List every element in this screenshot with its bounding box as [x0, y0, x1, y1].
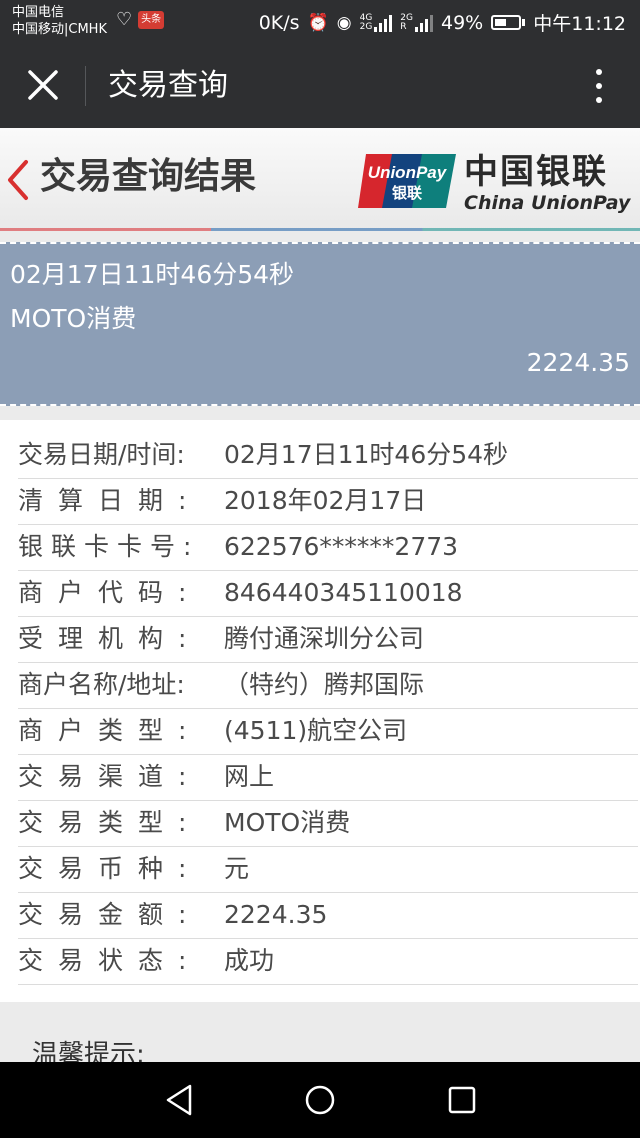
signal-2g-icon: 2G R: [400, 13, 433, 32]
battery-icon: [491, 15, 526, 30]
page-title: 交易查询结果: [40, 156, 257, 197]
clock: 中午11:12: [533, 13, 626, 35]
banner-divider: [0, 228, 640, 231]
detail-label: 交易日期/时间:: [18, 440, 185, 469]
detail-label: 交易状态:: [18, 946, 202, 975]
detail-value: 02月17日11时46分54秒: [224, 440, 509, 469]
detail-row-merchant-type: 商户类型: (4511)航空公司: [18, 708, 638, 755]
net-speed: 0K/s: [258, 11, 300, 34]
carrier-1: 中国电信: [12, 5, 65, 20]
app-header: 交易查询: [0, 42, 640, 128]
detail-row-currency: 交易币种: 元: [18, 846, 638, 893]
detail-row-settlement-date: 清算日期: 2018年02月17日: [18, 478, 638, 525]
detail-value: 腾付通深圳分公司: [224, 624, 425, 653]
carrier-2: 中国移动|CMHK: [12, 22, 107, 37]
detail-row-merchant-code: 商户代码: 846440345110018: [18, 570, 638, 617]
logo-text-cn: 银联: [392, 184, 423, 202]
nav-recent-apps-icon[interactable]: [448, 1086, 476, 1114]
net-4g-label-2: 2G: [359, 21, 373, 32]
detail-label: 交易类型:: [18, 808, 202, 837]
transaction-details: 交易日期/时间: 02月17日11时46分54秒 清算日期: 2018年02月17日…: [0, 420, 640, 1002]
header-divider: [85, 66, 86, 106]
detail-label: 受理机构:: [18, 624, 202, 653]
detail-row-transaction-type: 交易类型: MOTO消费: [18, 800, 638, 847]
eye-comfort-icon: ◉: [336, 12, 352, 33]
detail-value: 元: [224, 854, 250, 883]
summary-type: MOTO消费: [10, 304, 137, 333]
carrier-info: 中国电信 中国移动|CMHK: [12, 4, 107, 38]
system-nav-bar: [0, 1062, 640, 1138]
status-bar: 中国电信 中国移动|CMHK ♡ 头条 0K/s ⏰ ◉ 4G 2G 2G R 49…: [0, 0, 640, 42]
nav-back-icon[interactable]: [162, 1082, 196, 1118]
health-heart-icon: ♡: [116, 9, 133, 30]
detail-value: 成功: [224, 946, 275, 975]
nav-home-icon[interactable]: [304, 1084, 336, 1116]
unionpay-logo-icon: UnionPay 银联: [358, 154, 456, 208]
detail-row-card-number: 银联卡卡号: 622576******2773: [18, 524, 638, 571]
notification-icons: ♡ 头条: [116, 9, 165, 30]
net-2g-label-2: R: [400, 21, 407, 32]
detail-value: 846440345110018: [224, 578, 463, 607]
logo-text-en: UnionPay: [368, 163, 448, 182]
signal-4g-icon: 4G 2G: [359, 13, 393, 32]
detail-row-datetime: 交易日期/时间: 02月17日11时46分54秒: [18, 432, 638, 479]
detail-label: 商户类型:: [18, 716, 202, 745]
brand-cn: 中国银联: [464, 152, 608, 192]
detail-value: 网上: [224, 762, 275, 791]
header-title: 交易查询: [108, 68, 228, 103]
detail-row-merchant-name: 商户名称/地址: （特约）腾邦国际: [18, 662, 638, 709]
detail-label: 交易渠道:: [18, 762, 202, 791]
detail-label: 交易金额:: [18, 900, 202, 929]
toutiao-app-icon: 头条: [138, 11, 165, 29]
detail-value: （特约）腾邦国际: [224, 670, 425, 699]
brand-name: 中国银联 China UnionPay: [464, 152, 630, 214]
detail-row-status: 交易状态: 成功: [18, 938, 638, 985]
more-menu-icon[interactable]: [594, 66, 604, 106]
transaction-summary: 02月17日11时46分54秒 MOTO消费 2224.35: [0, 242, 640, 406]
summary-datetime: 02月17日11时46分54秒: [10, 260, 295, 289]
detail-label: 银联卡卡号:: [18, 532, 200, 561]
detail-label: 清算日期:: [18, 486, 202, 515]
detail-label: 商户名称/地址:: [18, 670, 185, 699]
detail-row-amount: 交易金额: 2224.35: [18, 892, 638, 939]
summary-amount: 2224.35: [526, 348, 630, 377]
chevron-left-icon[interactable]: [4, 158, 32, 202]
battery-percent: 49%: [441, 11, 484, 34]
detail-row-channel: 交易渠道: 网上: [18, 754, 638, 801]
close-icon[interactable]: [22, 64, 64, 106]
detail-label: 交易币种:: [18, 854, 202, 883]
detail-value: 2018年02月17日: [224, 486, 427, 515]
brand-en: China UnionPay: [464, 192, 631, 214]
detail-value: 2224.35: [224, 900, 328, 929]
alarm-icon: ⏰: [307, 12, 329, 33]
detail-value: 622576******2773: [224, 532, 459, 561]
detail-value: (4511)航空公司: [224, 716, 408, 745]
system-indicators: 0K/s ⏰ ◉ 4G 2G 2G R 49% 中午11:12: [259, 9, 626, 36]
detail-value: MOTO消费: [224, 808, 351, 837]
detail-row-acquirer: 受理机构: 腾付通深圳分公司: [18, 616, 638, 663]
detail-label: 商户代码:: [18, 578, 202, 607]
